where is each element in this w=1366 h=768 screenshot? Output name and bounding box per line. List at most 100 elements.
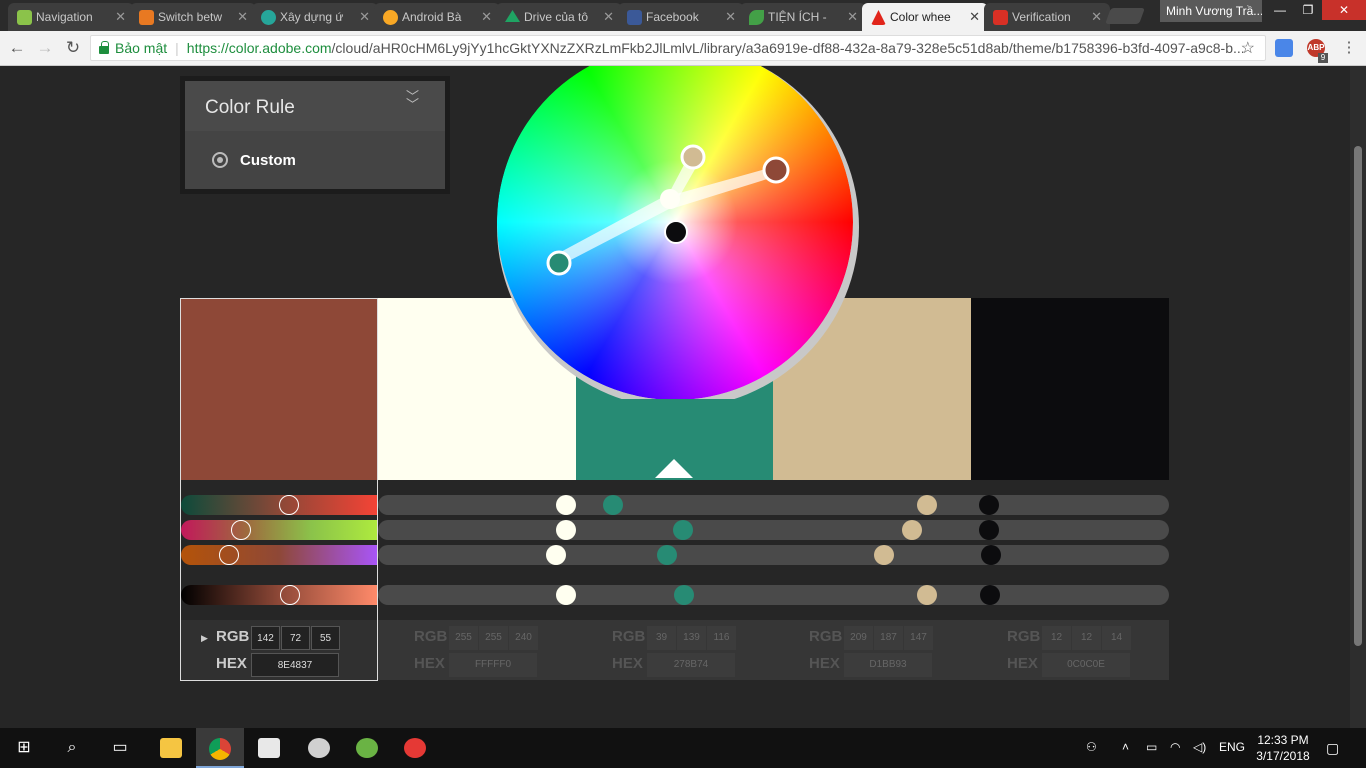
page-scrollbar[interactable] [1350,66,1366,728]
tab-color-wheel[interactable]: Color whee ✕ [862,3,988,31]
tab-navigation[interactable]: Navigation ✕ [8,3,134,31]
volume-icon[interactable]: ◁) [1193,740,1206,754]
slider-knob[interactable] [673,520,693,540]
bookmark-star-icon[interactable]: ☆ [1241,38,1255,58]
slider-knob[interactable] [546,545,566,565]
tab-facebook[interactable]: Facebook ✕ [618,3,744,31]
slider-knob[interactable] [231,520,251,540]
rgb-g-input[interactable]: 12 [1072,626,1101,650]
close-tab-icon[interactable]: ✕ [237,9,248,25]
profile-name[interactable]: Minh Vương Trầ... [1160,0,1262,22]
tab-drive[interactable]: Drive của tô ✕ [496,3,622,31]
close-tab-icon[interactable]: ✕ [603,9,614,25]
hex-input[interactable]: FFFFF0 [449,653,537,677]
notification-icon[interactable]: ▢ [1326,740,1339,757]
slider-knob[interactable] [219,545,239,565]
slider-knob[interactable] [917,495,937,515]
reload-icon[interactable]: ↻ [62,37,84,59]
rgb-r-input[interactable]: 12 [1042,626,1071,650]
slider-knob[interactable] [917,585,937,605]
brightness-gradient-slider[interactable] [181,545,377,565]
close-tab-icon[interactable]: ✕ [359,9,370,25]
task-view-icon[interactable]: ▭ [96,728,144,768]
people-icon[interactable]: ⚇ [1086,740,1097,754]
rgb-g-input[interactable]: 255 [479,626,508,650]
rgb-r-input[interactable]: 209 [844,626,873,650]
slider-knob[interactable] [979,495,999,515]
rgb-b-input[interactable]: 240 [509,626,538,650]
slider-knob[interactable] [981,545,1001,565]
slider-knob[interactable] [657,545,677,565]
taskbar-chrome[interactable] [196,728,244,768]
slider-knob[interactable] [902,520,922,540]
color-wheel-handle[interactable] [680,144,706,170]
color-wheel[interactable] [491,66,861,408]
rgb-g-input[interactable]: 187 [874,626,903,650]
rgb-b-input[interactable]: 14 [1102,626,1131,650]
slider-knob[interactable] [556,585,576,605]
close-tab-icon[interactable]: ✕ [115,9,126,25]
minimize-icon[interactable]: — [1266,0,1294,20]
slider-track[interactable] [378,545,1169,565]
rgb-b-input[interactable]: 147 [904,626,933,650]
address-bar[interactable]: Bảo mật | https://color.adobe.com/cloud/… [90,35,1266,61]
saturation-gradient-slider[interactable] [181,520,377,540]
radio-selected-icon[interactable] [212,152,228,168]
wifi-icon[interactable]: ◠ [1170,740,1180,754]
chrome-menu-icon[interactable]: ⋮ [1338,37,1360,59]
tab-switch[interactable]: Switch betw ✕ [130,3,256,31]
slider-knob[interactable] [279,495,299,515]
color-swatch[interactable] [971,298,1169,480]
chevron-double-down-icon[interactable]: ﹀ ﹀ [406,90,419,111]
taskbar-app-circles[interactable] [392,728,438,768]
color-wheel-svg[interactable] [491,66,861,408]
slider-track[interactable] [378,585,1169,605]
taskbar-clock[interactable]: 12:33 PM 3/17/2018 [1248,732,1318,764]
color-rule-header[interactable]: Color Rule ﹀ ﹀ [185,81,445,131]
taskbar-android-studio[interactable] [344,728,390,768]
rgb-r-input[interactable]: 39 [647,626,676,650]
back-arrow-icon[interactable]: ← [6,37,28,59]
hex-input[interactable]: 278B74 [647,653,735,677]
battery-icon[interactable]: ▭ [1146,740,1157,754]
window-close-icon[interactable]: ✕ [1322,0,1366,20]
tab-android-ba[interactable]: Android Bà ✕ [374,3,500,31]
search-icon[interactable]: ⌕ [48,728,96,768]
tab-verification[interactable]: Verification ✕ [984,3,1110,31]
slider-track[interactable] [378,495,1169,515]
value-gradient-slider[interactable] [181,585,377,605]
scrollbar-thumb[interactable] [1354,146,1362,646]
slider-knob[interactable] [556,495,576,515]
slider-knob[interactable] [603,495,623,515]
taskbar-paint[interactable] [296,728,342,768]
close-tab-icon[interactable]: ✕ [725,9,736,25]
taskbar-file-explorer[interactable] [148,728,194,768]
slider-knob[interactable] [280,585,300,605]
taskbar-app[interactable] [246,728,292,768]
hex-input[interactable]: 8E4837 [251,653,339,677]
hex-input[interactable]: 0C0C0E [1042,653,1130,677]
new-tab-button[interactable] [1105,8,1145,24]
close-tab-icon[interactable]: ✕ [847,9,858,25]
slider-knob[interactable] [980,585,1000,605]
forward-arrow-icon[interactable]: → [34,37,56,59]
hex-input[interactable]: D1BB93 [844,653,932,677]
color-rule-option-custom[interactable]: Custom [185,131,445,189]
slider-knob[interactable] [674,585,694,605]
expand-triangle-icon[interactable]: ▶ [201,633,208,644]
rgb-r-input[interactable]: 142 [251,626,280,650]
color-wheel-handle[interactable] [664,220,688,244]
rgb-r-input[interactable]: 255 [449,626,478,650]
language-indicator[interactable]: ENG [1219,740,1245,754]
close-tab-icon[interactable]: ✕ [481,9,492,25]
rgb-b-input[interactable]: 55 [311,626,340,650]
tab-tien-ich[interactable]: TIỆN ÍCH - ✕ [740,3,866,31]
close-tab-icon[interactable]: ✕ [1091,9,1102,25]
chevron-up-icon[interactable]: ˄ [1122,740,1129,754]
windows-start-icon[interactable]: ⊞ [0,728,48,768]
slider-knob[interactable] [979,520,999,540]
tab-xay-dung[interactable]: Xây dựng ứ ✕ [252,3,378,31]
color-wheel-handle[interactable] [546,250,572,276]
slider-knob[interactable] [556,520,576,540]
rgb-g-input[interactable]: 72 [281,626,310,650]
